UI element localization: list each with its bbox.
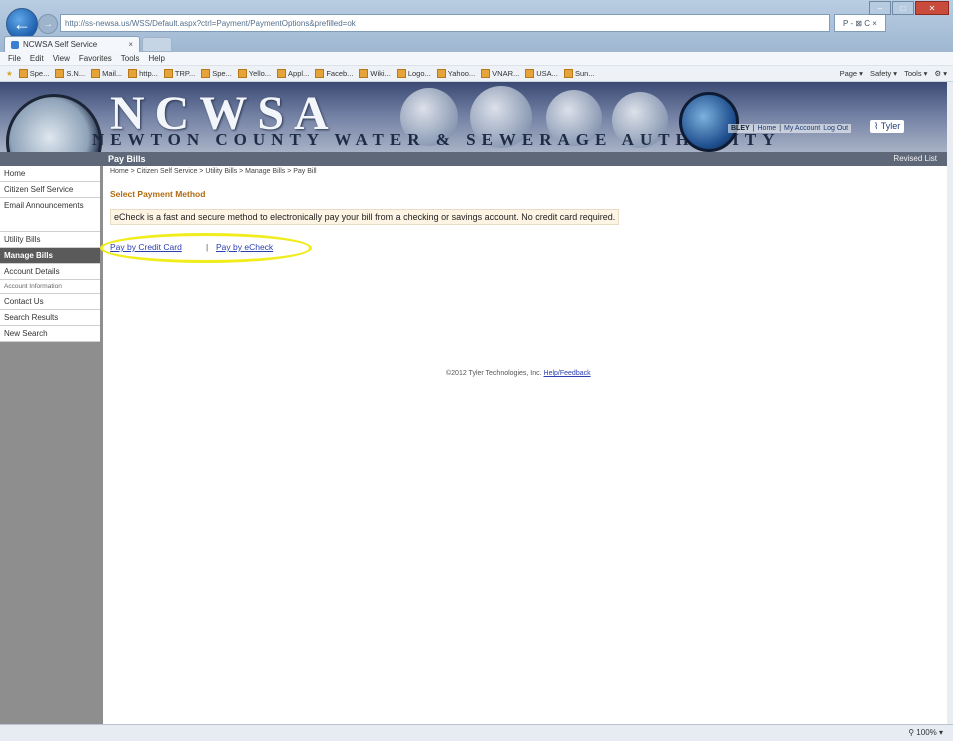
header-links: BLEY | Home | My Account Log Out (728, 124, 852, 133)
forward-button[interactable]: → (38, 14, 58, 34)
favorite-link[interactable]: Sun... (563, 69, 595, 78)
favorites-star-icon[interactable]: ★ (6, 69, 13, 78)
search-refresh-stop-icons: P - ⊠ C × (843, 18, 877, 28)
sidebar-item-utility-bills[interactable]: Utility Bills (0, 232, 100, 248)
page-title-band: Pay Bills Revised List (0, 152, 947, 166)
sidebar-item-email-announcements[interactable]: Email Announcements (0, 198, 100, 232)
url-text: http://ss-newsa.us/WSS/Default.aspx?ctrl… (65, 18, 356, 28)
sidebar-item-home[interactable]: Home (0, 166, 100, 182)
globe-icon (679, 92, 739, 152)
site-banner: NCWSA NEWTON COUNTY WATER & SEWERAGE AUT… (0, 82, 947, 152)
favorite-link[interactable]: Yello... (237, 69, 271, 78)
revised-list-link[interactable]: Revised List (893, 154, 937, 163)
favorite-link[interactable]: Wiki... (359, 69, 391, 78)
cmd-page[interactable]: Page ▾ (840, 69, 863, 78)
tab-ncwsa[interactable]: NCWSA Self Service × (4, 36, 140, 52)
payment-method-links: Pay by Credit Card | Pay by eCheck (100, 233, 312, 263)
link-separator: | (206, 242, 209, 252)
sidebar-item-manage-bills[interactable]: Manage Bills (0, 248, 100, 264)
menu-favorites[interactable]: Favorites (79, 54, 112, 63)
favorite-link[interactable]: Mail... (91, 69, 122, 78)
favorite-link[interactable]: http... (128, 69, 158, 78)
account-label: BLEY (731, 125, 750, 132)
tab-title: NCWSA Self Service (23, 40, 98, 49)
home-link[interactable]: Home (758, 125, 777, 132)
cmd-help-gear[interactable]: ⚙ ▾ (934, 69, 947, 78)
sidebar-item-new-search[interactable]: New Search (0, 326, 100, 342)
page-title: Pay Bills (108, 154, 146, 164)
echeck-info-text: eCheck is a fast and secure method to el… (110, 209, 620, 225)
browser-titlebar: ← → http://ss-newsa.us/WSS/Default.aspx?… (0, 0, 953, 52)
sidebar-item-search-results[interactable]: Search Results (0, 310, 100, 326)
main-content: Home > Citizen Self Service > Utility Bi… (100, 168, 940, 377)
log-out-link[interactable]: Log Out (823, 125, 848, 132)
favorite-link[interactable]: USA... (525, 69, 558, 78)
favorite-link[interactable]: Logo... (396, 69, 431, 78)
command-bar: Page ▾ Safety ▾ Tools ▾ ⚙ ▾ (840, 69, 953, 78)
seal-logo-icon (6, 94, 102, 152)
menu-view[interactable]: View (53, 54, 70, 63)
tyler-brand-logo: ⌇ Tyler (870, 120, 905, 133)
sidebar-item-account-information[interactable]: Account Information (0, 280, 100, 294)
favorite-link[interactable]: Appl... (277, 69, 309, 78)
breadcrumb: Home > Citizen Self Service > Utility Bi… (110, 168, 317, 175)
menu-help[interactable]: Help (148, 54, 164, 63)
favorites-bar: ★ Spe... S.N... Mail... http... TRP... S… (0, 66, 953, 82)
tab-strip: NCWSA Self Service × (0, 34, 953, 52)
new-tab-button[interactable] (142, 37, 172, 52)
cmd-tools[interactable]: Tools ▾ (904, 69, 927, 78)
window-controls: – □ ✕ (869, 1, 949, 15)
favorite-link[interactable]: Spe... (18, 69, 49, 78)
favorite-link[interactable]: TRP... (163, 69, 195, 78)
pay-by-credit-card-link[interactable]: Pay by Credit Card (110, 242, 182, 252)
address-bar[interactable]: http://ss-newsa.us/WSS/Default.aspx?ctrl… (60, 14, 830, 32)
copyright-text: ©2012 Tyler Technologies, Inc. (446, 370, 542, 377)
close-window-button[interactable]: ✕ (915, 1, 949, 15)
menu-bar: File Edit View Favorites Tools Help (0, 52, 953, 66)
status-bar: ⚲ 100% ▾ (0, 724, 953, 741)
my-account-link[interactable]: My Account (784, 125, 820, 132)
forward-arrow-icon: → (43, 18, 53, 30)
menu-tools[interactable]: Tools (121, 54, 140, 63)
back-arrow-icon: ← (13, 13, 31, 34)
pay-by-echeck-link[interactable]: Pay by eCheck (216, 242, 273, 252)
footer: ©2012 Tyler Technologies, Inc. Help/Feed… (446, 370, 591, 377)
tab-close-icon[interactable]: × (128, 40, 133, 49)
page-viewport: NCWSA NEWTON COUNTY WATER & SEWERAGE AUT… (0, 82, 948, 724)
menu-edit[interactable]: Edit (30, 54, 44, 63)
maximize-button[interactable]: □ (892, 1, 914, 15)
help-feedback-link[interactable]: Help/Feedback (544, 370, 591, 377)
menu-file[interactable]: File (8, 54, 21, 63)
vertical-scrollbar[interactable] (947, 82, 953, 724)
favorite-link[interactable]: VNAR... (481, 69, 519, 78)
favorite-link[interactable]: Faceb... (315, 69, 353, 78)
sidebar-item-account-details[interactable]: Account Details (0, 264, 100, 280)
section-title: Select Payment Method (110, 189, 206, 199)
favorite-link[interactable]: Spe... (201, 69, 232, 78)
address-tools[interactable]: P - ⊠ C × (834, 14, 886, 32)
site-logo-subtitle: NEWTON COUNTY WATER & SEWERAGE AUTHORITY (92, 130, 781, 149)
zoom-control[interactable]: ⚲ 100% ▾ (908, 728, 943, 737)
sidebar-item-contact-us[interactable]: Contact Us (0, 294, 100, 310)
sidebar-item-citizen-self-service[interactable]: Citizen Self Service (0, 182, 100, 198)
minimize-button[interactable]: – (869, 1, 891, 15)
ie-page-icon (11, 40, 19, 49)
sidebar: Home Citizen Self Service Email Announce… (0, 166, 103, 724)
favorite-link[interactable]: S.N... (55, 69, 85, 78)
favorite-link[interactable]: Yahoo... (436, 69, 475, 78)
cmd-safety[interactable]: Safety ▾ (870, 69, 897, 78)
